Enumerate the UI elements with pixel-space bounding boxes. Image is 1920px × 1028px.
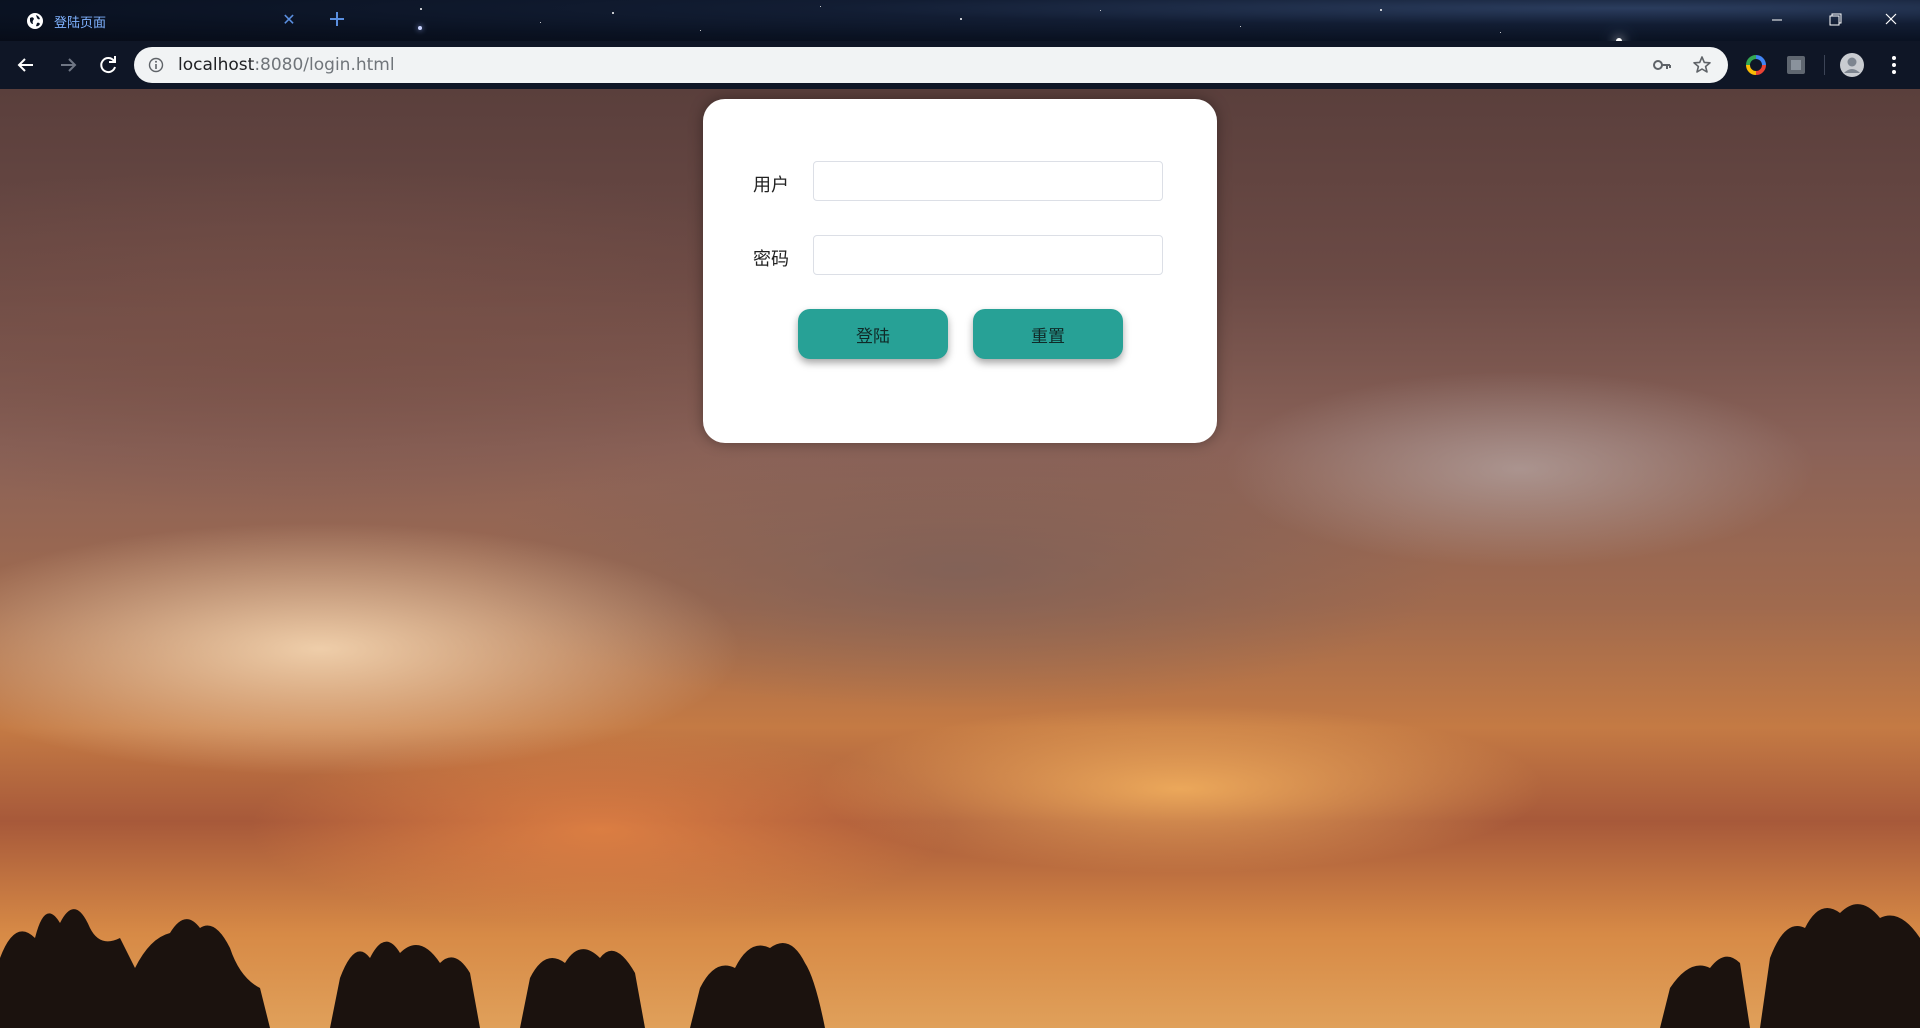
color-wheel-icon[interactable] <box>1742 51 1770 79</box>
window-close-icon[interactable] <box>1862 0 1920 41</box>
url-text[interactable]: localhost:8080/login.html <box>178 55 395 75</box>
back-arrow-icon[interactable] <box>12 51 40 79</box>
url-path: :8080/login.html <box>254 55 395 75</box>
reset-button[interactable]: 重置 <box>973 309 1123 359</box>
browser-toolbar: localhost:8080/login.html <box>0 41 1920 89</box>
reload-icon[interactable] <box>94 51 122 79</box>
browser-window: 登陆页面 ✕ localhost:8080/login.html 用户 密码 登… <box>0 0 1920 1028</box>
avatar-icon[interactable] <box>1838 51 1866 79</box>
info-icon[interactable] <box>148 57 164 73</box>
title-bar: 登陆页面 ✕ <box>0 0 1920 41</box>
extension-icon[interactable] <box>1782 51 1810 79</box>
tab-close-icon[interactable]: ✕ <box>280 11 298 29</box>
username-label: 用户 <box>753 175 789 196</box>
tree-silhouette <box>0 904 1920 1028</box>
page-viewport: 用户 密码 登陆 重置 <box>0 89 1920 1028</box>
forward-arrow-icon[interactable] <box>54 51 82 79</box>
minimize-icon[interactable] <box>1748 0 1806 41</box>
tab-title: 登陆页面 <box>54 16 107 31</box>
login-card: 用户 密码 登陆 重置 <box>703 99 1217 443</box>
toolbar-divider <box>1824 55 1825 75</box>
login-button[interactable]: 登陆 <box>798 309 948 359</box>
password-input[interactable] <box>813 235 1163 275</box>
password-label: 密码 <box>753 249 789 270</box>
bookmark-star-icon[interactable] <box>1692 55 1712 75</box>
key-icon[interactable] <box>1652 56 1672 74</box>
new-tab-plus-icon[interactable] <box>326 8 348 30</box>
address-bar[interactable]: localhost:8080/login.html <box>134 47 1728 83</box>
restore-icon[interactable] <box>1806 0 1864 41</box>
kebab-menu-icon[interactable] <box>1880 51 1908 79</box>
username-input[interactable] <box>813 161 1163 201</box>
url-host: localhost <box>178 55 255 75</box>
browser-tab[interactable]: 登陆页面 ✕ <box>14 6 314 35</box>
globe-icon <box>27 13 43 29</box>
